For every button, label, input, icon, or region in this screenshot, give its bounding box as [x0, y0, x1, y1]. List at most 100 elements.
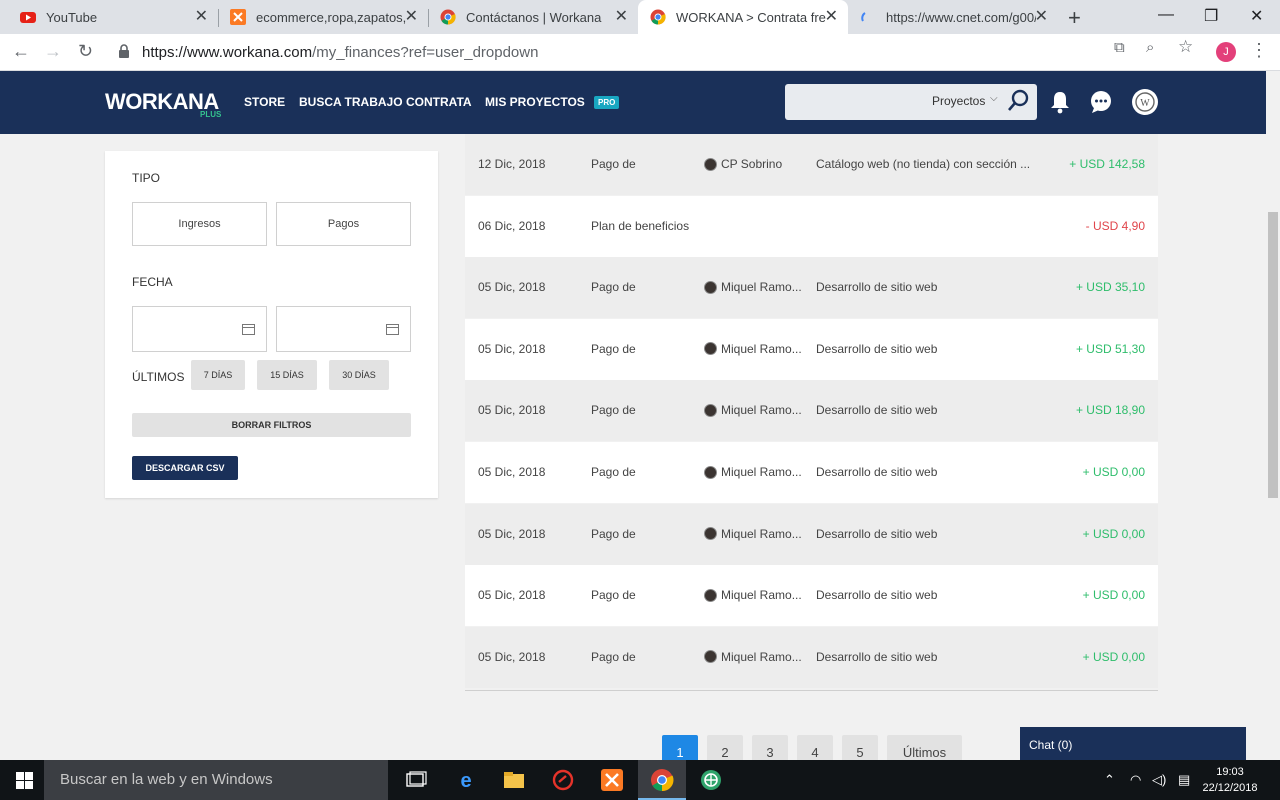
avatar	[704, 588, 717, 602]
table-row[interactable]: 05 Dic, 2018 Pago de Miquel Ramo... Desarro…	[465, 503, 1158, 565]
txn-user[interactable]: Miquel Ramo...	[704, 650, 802, 664]
tab-cnet[interactable]: https://www.cnet.com/g00/ ✕	[848, 0, 1058, 34]
txn-description[interactable]: Desarrollo de sitio web	[816, 588, 1034, 602]
tab-ecommerce[interactable]: ecommerce,ropa,zapatos,ca ✕	[218, 0, 428, 34]
address-bar[interactable]: https://www.workana.com/my_finances?ref=…	[110, 38, 1200, 67]
close-icon[interactable]: ✕	[615, 9, 628, 25]
minimize-icon[interactable]: —	[1158, 6, 1174, 24]
table-row[interactable]: 12 Dic, 2018 Pago de CP Sobrino Catálogo we…	[465, 134, 1158, 195]
close-icon[interactable]: ✕	[825, 9, 838, 25]
ingresos-button[interactable]: Ingresos	[132, 202, 267, 246]
search-icon[interactable]	[1006, 89, 1030, 113]
forward-icon[interactable]: →	[44, 41, 62, 62]
taskbar-search[interactable]: Buscar en la web y en Windows	[44, 760, 388, 800]
txn-description[interactable]: Catálogo web (no tienda) con sección ...	[816, 157, 1034, 171]
app-green-icon[interactable]	[699, 768, 723, 792]
notifications-icon[interactable]: ▤	[1178, 772, 1190, 788]
search-scope-select[interactable]: Proyectos	[932, 94, 985, 108]
xampp-icon[interactable]	[600, 768, 624, 792]
avatar	[704, 650, 717, 664]
chevron-down-icon: ⌵	[990, 93, 998, 104]
menu-icon[interactable]: ⋮	[1250, 40, 1268, 61]
close-icon[interactable]: ✕	[195, 9, 208, 25]
pagos-button[interactable]: Pagos	[276, 202, 411, 246]
bell-icon[interactable]	[1047, 89, 1073, 115]
tab-workana-active[interactable]: WORKANA > Contrata free ✕	[638, 0, 848, 34]
date-from-field[interactable]	[132, 306, 267, 352]
clear-filters-button[interactable]: BORRAR FILTROS	[132, 413, 411, 437]
close-window-icon[interactable]: ✕	[1250, 6, 1263, 26]
nav-mis-proyectos[interactable]: MIS PROYECTOS	[485, 95, 585, 109]
chrome-icon[interactable]	[650, 768, 674, 792]
profile-avatar[interactable]: J	[1216, 42, 1236, 62]
taskbar-clock[interactable]: 19:03 22/12/2018	[1200, 764, 1260, 796]
date-to-field[interactable]	[276, 306, 411, 352]
page-button-5[interactable]: 5	[842, 735, 878, 760]
chip-30-dias[interactable]: 30 DÍAS	[329, 360, 389, 390]
txn-description[interactable]: Desarrollo de sitio web	[816, 342, 1034, 356]
txn-description[interactable]: Desarrollo de sitio web	[816, 527, 1034, 541]
txn-description[interactable]: Desarrollo de sitio web	[816, 403, 1034, 417]
txn-user[interactable]: CP Sobrino	[704, 157, 782, 171]
tray-chevron-up-icon[interactable]: ⌃	[1104, 772, 1115, 788]
new-tab-button[interactable]: +	[1068, 5, 1081, 31]
txn-description[interactable]: Desarrollo de sitio web	[816, 280, 1034, 294]
app-red-icon[interactable]	[551, 768, 575, 792]
txn-user[interactable]: Miquel Ramo...	[704, 465, 802, 479]
nav-busca-trabajo[interactable]: BUSCA TRABAJO	[299, 95, 403, 109]
bookmark-star-icon[interactable]: ☆	[1178, 37, 1193, 57]
chip-7-dias[interactable]: 7 DÍAS	[191, 360, 245, 390]
restore-icon[interactable]: ❐	[1204, 6, 1218, 26]
txn-user-name: CP Sobrino	[721, 157, 783, 171]
user-avatar[interactable]: W	[1131, 88, 1159, 116]
reload-icon[interactable]: ↻	[78, 41, 93, 62]
scrollbar[interactable]	[1266, 71, 1280, 760]
txn-user[interactable]: Miquel Ramo...	[704, 403, 802, 417]
translate-icon[interactable]: ⧉	[1114, 39, 1125, 56]
txn-user[interactable]: Miquel Ramo...	[704, 280, 802, 294]
page-button-3[interactable]: 3	[752, 735, 788, 760]
scrollbar-thumb[interactable]	[1268, 212, 1278, 498]
txn-user[interactable]: Miquel Ramo...	[704, 527, 802, 541]
wifi-icon[interactable]: ◠	[1130, 772, 1141, 788]
tab-title: ecommerce,ropa,zapatos,ca	[256, 9, 406, 25]
back-icon[interactable]: ←	[12, 41, 30, 62]
windows-taskbar: Buscar en la web y en Windows e ⌃ ◠ ◁) ▤…	[0, 760, 1280, 800]
download-csv-button[interactable]: DESCARGAR CSV	[132, 456, 238, 480]
tab-youtube[interactable]: YouTube ✕	[8, 0, 218, 34]
page-button-1[interactable]: 1	[662, 735, 698, 760]
table-row[interactable]: 05 Dic, 2018 Pago de Miquel Ramo... Desarro…	[465, 257, 1158, 319]
chip-15-dias[interactable]: 15 DÍAS	[257, 360, 317, 390]
txn-amount: + USD 0,00	[1082, 465, 1145, 479]
zoom-icon[interactable]: ⌕	[1146, 39, 1154, 56]
tab-contactanos[interactable]: Contáctanos | Workana ✕	[428, 0, 638, 34]
nav-store[interactable]: STORE	[244, 95, 285, 109]
table-row[interactable]: 05 Dic, 2018 Pago de Miquel Ramo... Desarro…	[465, 565, 1158, 627]
txn-date: 05 Dic, 2018	[478, 280, 546, 295]
edge-icon[interactable]: e	[454, 768, 478, 792]
chat-widget[interactable]: Chat (0)	[1020, 727, 1246, 760]
messages-icon[interactable]	[1088, 89, 1114, 115]
table-row[interactable]: 05 Dic, 2018 Pago de Miquel Ramo... Desarro…	[465, 380, 1158, 442]
search-input[interactable]: Proyectos ⌵	[785, 84, 1037, 120]
table-row[interactable]: 05 Dic, 2018 Pago de Miquel Ramo... Desarro…	[465, 442, 1158, 503]
txn-description[interactable]: Desarrollo de sitio web	[816, 650, 1034, 664]
page-button-4[interactable]: 4	[797, 735, 833, 760]
last-page-button[interactable]: Últimos	[887, 735, 962, 760]
txn-user[interactable]: Miquel Ramo...	[704, 588, 802, 602]
volume-icon[interactable]: ◁)	[1152, 772, 1166, 788]
avatar	[704, 527, 717, 541]
task-view-icon[interactable]	[404, 768, 428, 792]
close-icon[interactable]: ✕	[1035, 9, 1048, 25]
file-explorer-icon[interactable]	[502, 768, 526, 792]
txn-user[interactable]: Miquel Ramo...	[704, 342, 802, 356]
windows-start-icon[interactable]	[16, 772, 33, 789]
table-row[interactable]: 05 Dic, 2018 Pago de Miquel Ramo... Desarro…	[465, 626, 1158, 688]
table-row[interactable]: 05 Dic, 2018 Pago de Miquel Ramo... Desarro…	[465, 318, 1158, 380]
nav-contrata[interactable]: CONTRATA	[406, 95, 472, 109]
table-row[interactable]: 06 Dic, 2018 Plan de beneficios - USD 4,90	[465, 195, 1158, 257]
txn-description[interactable]: Desarrollo de sitio web	[816, 465, 1034, 479]
page-button-2[interactable]: 2	[707, 735, 743, 760]
txn-date: 05 Dic, 2018	[478, 526, 546, 541]
close-icon[interactable]: ✕	[405, 9, 418, 25]
